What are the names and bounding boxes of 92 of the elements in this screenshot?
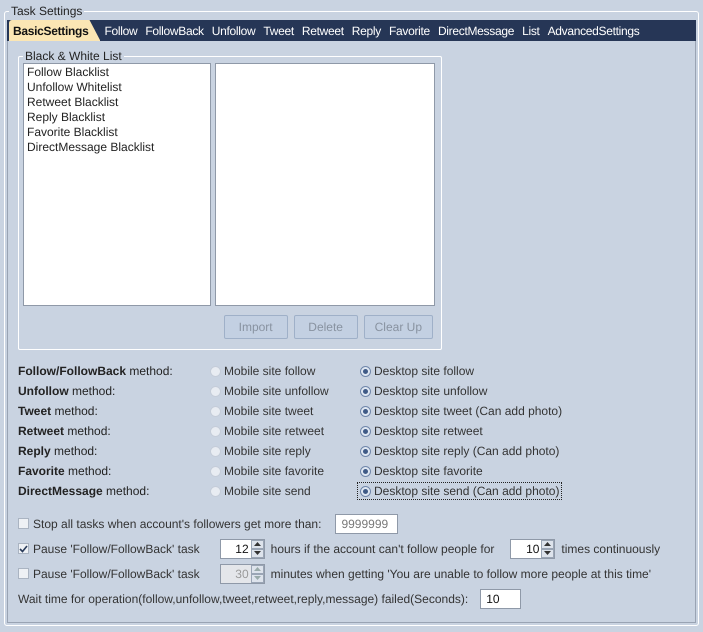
radio-button[interactable] — [210, 466, 221, 476]
number-spinner[interactable]: 12 — [220, 538, 265, 558]
number-spinner[interactable]: 10 — [510, 538, 556, 558]
radio-button[interactable] — [360, 486, 371, 496]
up-arrow-icon — [544, 542, 552, 546]
setting-label: Pause 'Follow/FollowBack' task — [33, 566, 200, 580]
option-label: Mobile site follow — [224, 364, 316, 378]
tab[interactable]: Retweet — [298, 20, 348, 41]
radio-option[interactable]: Desktop site favorite — [358, 463, 485, 479]
tab[interactable]: Reply — [348, 20, 385, 41]
radio-option[interactable]: Desktop site tweet (Can add photo) — [358, 403, 564, 419]
increment-button[interactable] — [250, 540, 264, 548]
list-item[interactable]: DirectMessage Blacklist — [27, 140, 207, 155]
radio-button[interactable] — [360, 446, 371, 456]
radio-button[interactable] — [210, 406, 221, 416]
setting-label: Pause 'Follow/FollowBack' task — [33, 542, 200, 556]
option-label: Mobile site reply — [224, 444, 311, 458]
option-label: Desktop site retweet — [374, 424, 483, 438]
radio-button[interactable] — [210, 446, 221, 456]
number-input[interactable]: 12 — [220, 540, 251, 558]
decrement-button[interactable] — [250, 548, 264, 558]
method-label: Tweet method: — [17, 404, 99, 418]
method-label: Unfollow method: — [17, 384, 116, 398]
radio-button[interactable] — [210, 386, 221, 396]
radio-button[interactable] — [210, 426, 221, 436]
radio-option[interactable]: Desktop site send (Can add photo) — [358, 483, 562, 499]
radio-option[interactable]: Mobile site unfollow — [208, 383, 331, 399]
method-label: DirectMessage method: — [17, 484, 150, 498]
radio-option[interactable]: Desktop site retweet — [358, 423, 485, 439]
tab[interactable]: Unfollow — [208, 20, 260, 41]
option-label: Desktop site unfollow — [374, 384, 488, 398]
tab[interactable]: AdvancedSettings — [544, 20, 644, 41]
radio-option[interactable]: Mobile site retweet — [208, 423, 326, 439]
method-label: Follow/FollowBack method: — [17, 364, 174, 378]
list-item[interactable]: Reply Blacklist — [27, 110, 207, 125]
list-item[interactable]: Follow Blacklist — [27, 65, 207, 80]
input-field[interactable]: 10 — [480, 588, 522, 608]
list-item[interactable]: Unfollow Whitelist — [27, 80, 207, 95]
radio-button[interactable] — [360, 386, 371, 396]
setting-label: hours if the account can't follow people for — [270, 542, 494, 556]
setting-label: Stop all tasks when account's followers get more than: — [33, 516, 322, 530]
radio-button[interactable] — [210, 366, 221, 376]
method-label: Favorite method: — [17, 464, 112, 478]
radio-option[interactable]: Mobile site follow — [208, 363, 318, 379]
tab[interactable]: FollowBack — [141, 20, 208, 41]
radio-button[interactable] — [360, 406, 371, 416]
group-title: Black & White List — [24, 49, 123, 63]
radio-option[interactable]: Mobile site send — [208, 483, 313, 499]
checkbox[interactable] — [18, 568, 29, 579]
method-label: Retweet method: — [17, 424, 112, 438]
panel-title: Task Settings — [10, 4, 84, 18]
number-input[interactable]: 10 — [511, 540, 542, 558]
option-label: Mobile site send — [224, 484, 311, 498]
option-label: Mobile site tweet — [224, 404, 314, 418]
radio-option[interactable]: Desktop site unfollow — [358, 383, 490, 399]
up-arrow-icon — [254, 567, 261, 571]
option-label: Mobile site retweet — [224, 424, 324, 438]
down-arrow-icon — [544, 551, 552, 555]
radio-option[interactable]: Desktop site follow — [358, 363, 476, 379]
down-arrow-icon — [254, 576, 261, 580]
down-arrow-icon — [254, 551, 261, 555]
radio-option[interactable]: Mobile site tweet — [208, 403, 316, 419]
list-item[interactable]: Retweet Blacklist — [27, 95, 207, 110]
option-label: Mobile site favorite — [224, 464, 324, 478]
increment-button[interactable] — [541, 540, 554, 548]
tab[interactable]: List — [518, 20, 544, 41]
option-label: Desktop site reply (Can add photo) — [374, 444, 560, 458]
radio-button[interactable] — [210, 486, 221, 496]
method-label: Reply method: — [17, 444, 98, 458]
radio-option[interactable]: Mobile site reply — [208, 443, 313, 459]
setting-label: times continuously — [561, 542, 660, 556]
radio-option[interactable]: Desktop site reply (Can add photo) — [358, 443, 562, 459]
option-label: Desktop site tweet (Can add photo) — [374, 404, 562, 418]
radio-option[interactable]: Mobile site favorite — [208, 463, 326, 479]
radio-button[interactable] — [360, 366, 371, 376]
setting-label: Wait time for operation(follow,unfollow,tweet,retweet,reply,message) failed(Seconds): — [17, 592, 468, 606]
radio-button[interactable] — [360, 466, 371, 476]
setting-label: minutes when getting 'You are unable to follow more people at this time' — [270, 566, 652, 580]
up-arrow-icon — [254, 542, 261, 546]
option-label: Desktop site follow — [374, 364, 474, 378]
radio-button[interactable] — [360, 426, 371, 436]
tab[interactable]: DirectMessage — [434, 20, 518, 41]
tab[interactable]: Tweet — [259, 20, 298, 41]
option-label: Desktop site favorite — [374, 464, 483, 478]
tab[interactable]: BasicSettings — [9, 20, 100, 41]
tab[interactable]: Follow — [100, 20, 142, 41]
checkbox[interactable] — [18, 543, 29, 554]
option-label: Desktop site send (Can add photo) — [374, 484, 560, 498]
tab[interactable]: Favorite — [384, 20, 434, 41]
option-label: Mobile site unfollow — [224, 384, 329, 398]
list-item[interactable]: Favorite Blacklist — [27, 125, 207, 140]
checkbox[interactable] — [18, 518, 29, 529]
